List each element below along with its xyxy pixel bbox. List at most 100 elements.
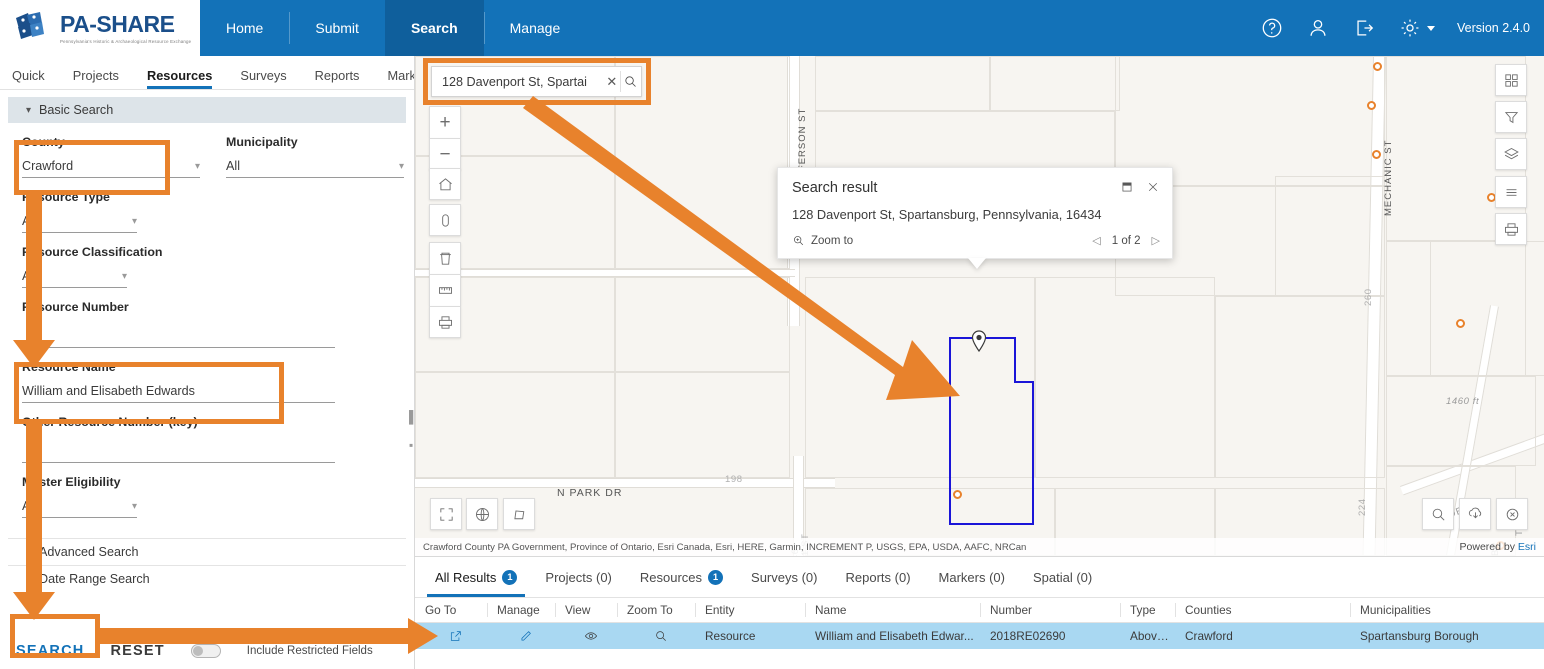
nav-manage[interactable]: Manage (483, 0, 587, 56)
col-type[interactable]: Type (1120, 597, 1175, 623)
tab-resources[interactable]: Resources (146, 68, 226, 89)
zoom-to-icon[interactable] (627, 629, 695, 643)
map-search-input[interactable] (432, 74, 604, 89)
user-icon[interactable] (1306, 16, 1330, 40)
logo-subtitle: Pennsylvania's Historic & Archaeological… (60, 38, 192, 44)
dock-icon[interactable] (1120, 180, 1134, 194)
col-view[interactable]: View (555, 597, 617, 623)
resource-type-select[interactable]: All ▾ (22, 210, 137, 233)
nav-submit[interactable]: Submit (289, 0, 385, 56)
cell-go-to[interactable] (415, 623, 487, 649)
tab-projects[interactable]: Projects (73, 68, 133, 89)
measure-icon[interactable] (429, 274, 461, 306)
locate-icon[interactable] (429, 204, 461, 236)
cell-zoom-to[interactable] (617, 623, 695, 649)
master-eligibility-select[interactable]: All ▾ (22, 495, 137, 518)
results-tab-surveys[interactable]: Surveys (0) (737, 557, 831, 597)
app-logo[interactable]: PA-SHARE Pennsylvania's Historic & Archa… (0, 0, 200, 56)
resource-classification-select[interactable]: All ▾ (22, 265, 127, 288)
trash-icon[interactable] (429, 242, 461, 274)
search-button[interactable]: SEARCH (16, 643, 84, 659)
print-icon[interactable] (429, 306, 461, 338)
tab-reports[interactable]: Reports (315, 68, 374, 89)
map-point-marker[interactable] (1372, 150, 1381, 159)
map-point-marker[interactable] (1367, 101, 1376, 110)
legend-icon[interactable] (1495, 176, 1527, 208)
col-zoom-to[interactable]: Zoom To (617, 597, 695, 623)
view-eye-icon[interactable] (565, 629, 617, 643)
section-date-range-search[interactable]: ▸ Date Range Search (8, 565, 406, 592)
pa-share-app: PA-SHARE Pennsylvania's Historic & Archa… (0, 0, 1544, 669)
help-icon[interactable] (1260, 16, 1284, 40)
print-icon[interactable] (1495, 213, 1527, 245)
map-canvas[interactable]: JEFFERSON ST MECHANIC ST N PARK DR 1460 … (415, 56, 1544, 556)
globe-icon[interactable] (466, 498, 498, 530)
col-entity[interactable]: Entity (695, 597, 805, 623)
reset-button[interactable]: RESET (110, 643, 164, 659)
search-result-popup[interactable]: Search result 128 Davenport St, Spartans… (777, 167, 1173, 269)
search-icon[interactable] (1422, 498, 1454, 530)
tab-surveys[interactable]: Surveys (240, 68, 300, 89)
restricted-fields-toggle[interactable] (190, 644, 221, 658)
other-resource-number-input[interactable] (22, 435, 335, 463)
results-tab-reports[interactable]: Reports (0) (832, 557, 925, 597)
nav-search[interactable]: Search (384, 0, 484, 56)
map-zoom-controls: + − (429, 106, 461, 170)
section-advanced-search[interactable]: ▸ Advanced Search (8, 538, 406, 565)
clear-selection-icon[interactable] (1496, 498, 1528, 530)
esri-link[interactable]: Esri (1518, 541, 1536, 553)
next-result-icon[interactable]: ▷ (1152, 234, 1160, 247)
map-home-control (429, 168, 461, 200)
resource-number-input[interactable] (22, 320, 335, 348)
map-point-marker[interactable] (1373, 62, 1382, 71)
results-tab-resources-label: Resources (639, 569, 703, 585)
layers-icon[interactable] (1495, 138, 1527, 170)
county-select[interactable]: Crawford ▾ (22, 155, 200, 178)
sketch-polygon-icon[interactable] (503, 498, 535, 530)
col-number[interactable]: Number (980, 597, 1120, 623)
results-tab-markers[interactable]: Markers (0) (925, 557, 1019, 597)
edit-pencil-icon[interactable] (497, 629, 555, 643)
results-tab-resources[interactable]: Resources 1 (626, 557, 737, 597)
zoom-in-icon[interactable]: + (429, 106, 461, 138)
powered-by-esri[interactable]: Powered by Esri (1460, 541, 1536, 553)
cell-manage[interactable] (487, 623, 555, 649)
fullscreen-icon[interactable] (430, 498, 462, 530)
tab-quick[interactable]: Quick (12, 68, 59, 89)
municipality-select[interactable]: All ▾ (226, 155, 404, 178)
download-icon[interactable] (1459, 498, 1491, 530)
resource-name-input[interactable]: William and Elisabeth Edwards (22, 380, 335, 403)
col-municipalities[interactable]: Municipalities (1350, 597, 1544, 623)
col-manage[interactable]: Manage (487, 597, 555, 623)
settings-menu[interactable] (1398, 16, 1436, 40)
results-tab-markers-label: Markers (0) (938, 569, 1005, 585)
close-icon[interactable] (1146, 180, 1160, 194)
gear-icon[interactable] (1398, 16, 1422, 40)
prev-result-icon[interactable]: ◁ (1092, 234, 1100, 247)
logout-icon[interactable] (1352, 16, 1376, 40)
search-icon[interactable] (620, 74, 641, 89)
nav-home[interactable]: Home (200, 0, 289, 56)
results-tab-all[interactable]: All Results 1 (421, 557, 531, 597)
zoom-to-button[interactable]: Zoom to (792, 234, 853, 247)
filter-icon[interactable] (1495, 101, 1527, 133)
cell-view[interactable] (555, 623, 617, 649)
map-point-marker[interactable] (1456, 319, 1465, 328)
col-go-to[interactable]: Go To (415, 597, 487, 623)
col-name[interactable]: Name (805, 597, 980, 623)
col-counties[interactable]: Counties (1175, 597, 1350, 623)
go-to-icon[interactable] (425, 629, 487, 643)
popup-pager: ◁ 1 of 2 ▷ (1092, 234, 1160, 248)
selected-parcel-polygon[interactable] (948, 337, 1035, 526)
tab-markers[interactable]: Mark (387, 68, 414, 89)
results-tab-projects[interactable]: Projects (0) (531, 557, 625, 597)
table-row[interactable]: Resource William and Elisabeth Edwar... … (415, 622, 1544, 649)
clear-icon[interactable]: ✕ (604, 74, 620, 90)
chevron-down-icon (1427, 25, 1436, 31)
results-tab-spatial[interactable]: Spatial (0) (1019, 557, 1106, 597)
zoom-out-icon[interactable]: − (429, 138, 461, 170)
basemap-gallery-icon[interactable] (1495, 64, 1527, 96)
map-search-box[interactable]: ✕ (431, 66, 642, 97)
section-basic-search[interactable]: ▾ Basic Search (8, 97, 406, 123)
home-icon[interactable] (429, 168, 461, 200)
